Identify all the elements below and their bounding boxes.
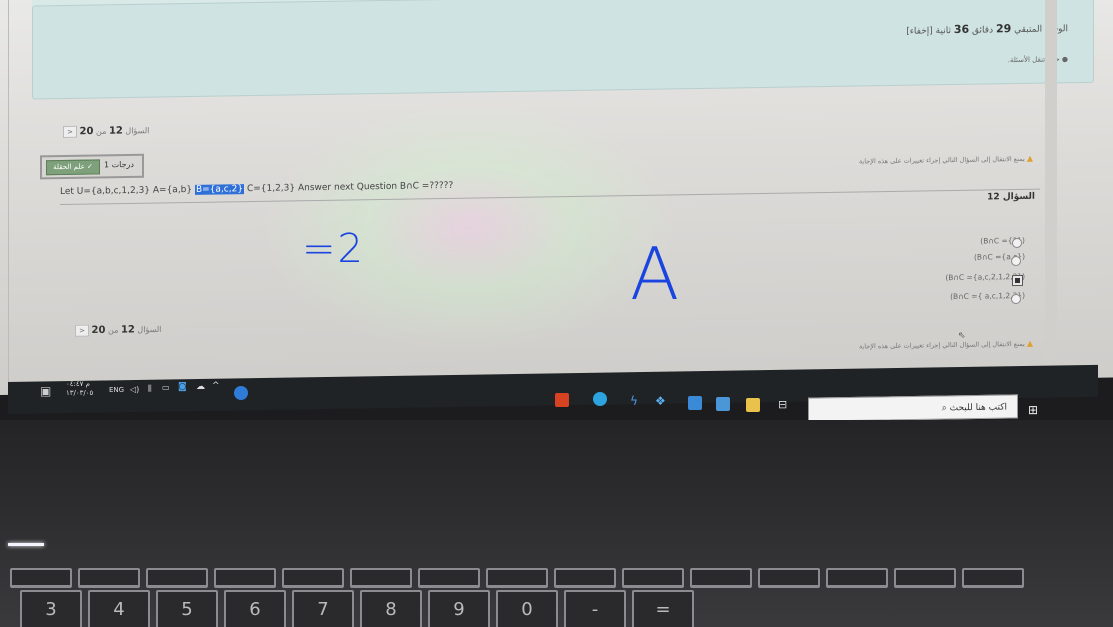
function-key-row bbox=[10, 568, 1024, 588]
handwritten-answer: =2 bbox=[302, 226, 365, 272]
function-key bbox=[894, 568, 956, 588]
volume-icon[interactable]: ◁) bbox=[130, 385, 139, 394]
warning-icon-bottom: ▲ bbox=[1026, 338, 1033, 348]
number-key: 5 bbox=[156, 590, 218, 627]
bluetooth-icon[interactable]: ϟ bbox=[630, 394, 638, 408]
warning-icon: ▲ bbox=[1026, 153, 1033, 163]
function-key bbox=[826, 568, 888, 588]
number-key: 4 bbox=[88, 590, 150, 627]
number-key: 3 bbox=[20, 590, 82, 627]
option-4-radio[interactable] bbox=[1011, 293, 1021, 305]
option-1-radio[interactable] bbox=[1012, 237, 1022, 249]
search-placeholder: اكتب هنا للبحث bbox=[949, 402, 1007, 414]
number-key: - bbox=[564, 590, 626, 627]
file-explorer-icon[interactable] bbox=[746, 398, 760, 412]
battery-icon[interactable]: ▭ bbox=[162, 383, 170, 392]
windows-start-icon[interactable]: ⊞ bbox=[1028, 403, 1038, 417]
question-label: السؤال 12 bbox=[987, 191, 1035, 203]
counter-total: 20 bbox=[79, 126, 94, 138]
option-3-radio-selected[interactable] bbox=[1012, 274, 1023, 287]
function-key bbox=[282, 568, 344, 588]
function-key bbox=[758, 568, 820, 588]
counter-current: 12 bbox=[108, 125, 123, 137]
function-key bbox=[214, 568, 276, 588]
counter-label: السؤال bbox=[125, 126, 150, 136]
timer-min-label: دقائق bbox=[972, 25, 994, 36]
chevron-up-icon[interactable]: ^ bbox=[212, 381, 220, 391]
store-icon[interactable] bbox=[716, 397, 730, 411]
taskbar-search-input[interactable]: اكتب هنا للبحث ⌕ bbox=[808, 394, 1018, 422]
counter-total-bottom: 20 bbox=[91, 324, 106, 337]
onedrive-icon[interactable]: ☁ bbox=[196, 382, 205, 392]
office-icon[interactable] bbox=[555, 393, 569, 407]
photo-stage: الوقت المتبقي 29 دقائق 36 ثانية [إخفاء] … bbox=[0, 0, 1113, 627]
timer-sec-label[interactable]: ثانية [إخفاء] bbox=[906, 26, 951, 37]
prev-page-button[interactable]: < bbox=[63, 125, 77, 139]
function-key bbox=[554, 568, 616, 588]
function-key bbox=[418, 568, 480, 588]
function-key bbox=[10, 568, 72, 588]
laptop-screen: الوقت المتبقي 29 دقائق 36 ثانية [إخفاء] … bbox=[0, 0, 1113, 396]
warning-text-bottom: يمنع الانتقال إلى السؤال التالي إجراء تغ… bbox=[858, 339, 1025, 351]
function-key bbox=[486, 568, 548, 588]
question-counter-bottom: السؤال 12 من 20 < bbox=[72, 323, 162, 337]
question-text-highlight: B={a,c,2} bbox=[194, 184, 245, 195]
number-key: 0 bbox=[496, 590, 558, 627]
function-key bbox=[690, 568, 752, 588]
question-counter-top: السؤال 12 من 20 < bbox=[60, 125, 150, 139]
mail-icon[interactable] bbox=[688, 396, 702, 410]
network-icon[interactable]: ⫼ bbox=[148, 384, 152, 394]
notification-icon[interactable]: ▣ bbox=[40, 384, 51, 398]
nav-state-link[interactable]: ● حالة تنقل الأسئلة. bbox=[1008, 55, 1068, 64]
number-key-row: 3 4 5 6 7 8 9 0- = bbox=[20, 590, 694, 627]
counter-label-bottom: السؤال bbox=[137, 324, 162, 335]
prev-page-button-bottom[interactable]: < bbox=[75, 324, 89, 337]
function-key bbox=[146, 568, 208, 588]
task-view-icon[interactable]: ⊟ bbox=[778, 398, 787, 411]
option-2-radio[interactable] bbox=[1011, 255, 1021, 267]
question-info-box: علم الحقلة ✓ 1 درجات bbox=[40, 153, 144, 180]
number-key: 7 bbox=[292, 590, 354, 627]
timer-prefix: الوقت المتبقي bbox=[1014, 24, 1068, 36]
counter-current-bottom: 12 bbox=[120, 324, 135, 336]
points-label: 1 درجات bbox=[104, 159, 134, 170]
warning-bottom: ▲ يمنع الانتقال إلى السؤال التالي إجراء … bbox=[859, 339, 1033, 351]
power-led bbox=[8, 543, 44, 546]
meet-now-icon[interactable]: ◙ bbox=[178, 382, 187, 392]
edge-browser-icon[interactable] bbox=[593, 392, 607, 406]
dropbox-icon[interactable]: ❖ bbox=[655, 394, 666, 408]
warning-text-top: يمنع الانتقال إلى السؤال التالي إجراء تغ… bbox=[858, 154, 1025, 166]
number-key: = bbox=[632, 590, 694, 627]
help-icon[interactable] bbox=[234, 386, 248, 400]
function-key bbox=[962, 568, 1024, 588]
function-key bbox=[622, 568, 684, 588]
screen-bezel-edge bbox=[8, 0, 9, 385]
counter-of-bottom: من bbox=[108, 325, 119, 335]
page-scrollbar[interactable] bbox=[1045, 0, 1057, 376]
flag-question-button[interactable]: علم الحقلة ✓ bbox=[46, 159, 100, 176]
language-indicator[interactable]: ENG bbox=[109, 386, 124, 394]
counter-of: من bbox=[96, 126, 107, 136]
function-key bbox=[350, 568, 412, 588]
function-key bbox=[78, 568, 140, 588]
quiz-info-banner bbox=[32, 0, 1094, 100]
clock-time[interactable]: م ٠٤:٤٧ bbox=[66, 380, 90, 388]
warning-top: ▲ يمنع الانتقال إلى السؤال التالي إجراء … bbox=[859, 154, 1033, 166]
number-key: 6 bbox=[224, 590, 286, 627]
timer-text: الوقت المتبقي 29 دقائق 36 ثانية [إخفاء] bbox=[906, 21, 1068, 37]
timer-minutes: 29 bbox=[995, 22, 1012, 36]
timer-seconds: 36 bbox=[953, 22, 970, 37]
clock-date[interactable]: ١٣/٠٣/٠٥ bbox=[66, 389, 93, 397]
number-key: 9 bbox=[428, 590, 490, 627]
question-text-before: Let U={a,b,c,1,2,3} A={a,b} bbox=[60, 184, 195, 198]
number-key: 8 bbox=[360, 590, 422, 627]
handwritten-choice: A bbox=[630, 232, 680, 316]
